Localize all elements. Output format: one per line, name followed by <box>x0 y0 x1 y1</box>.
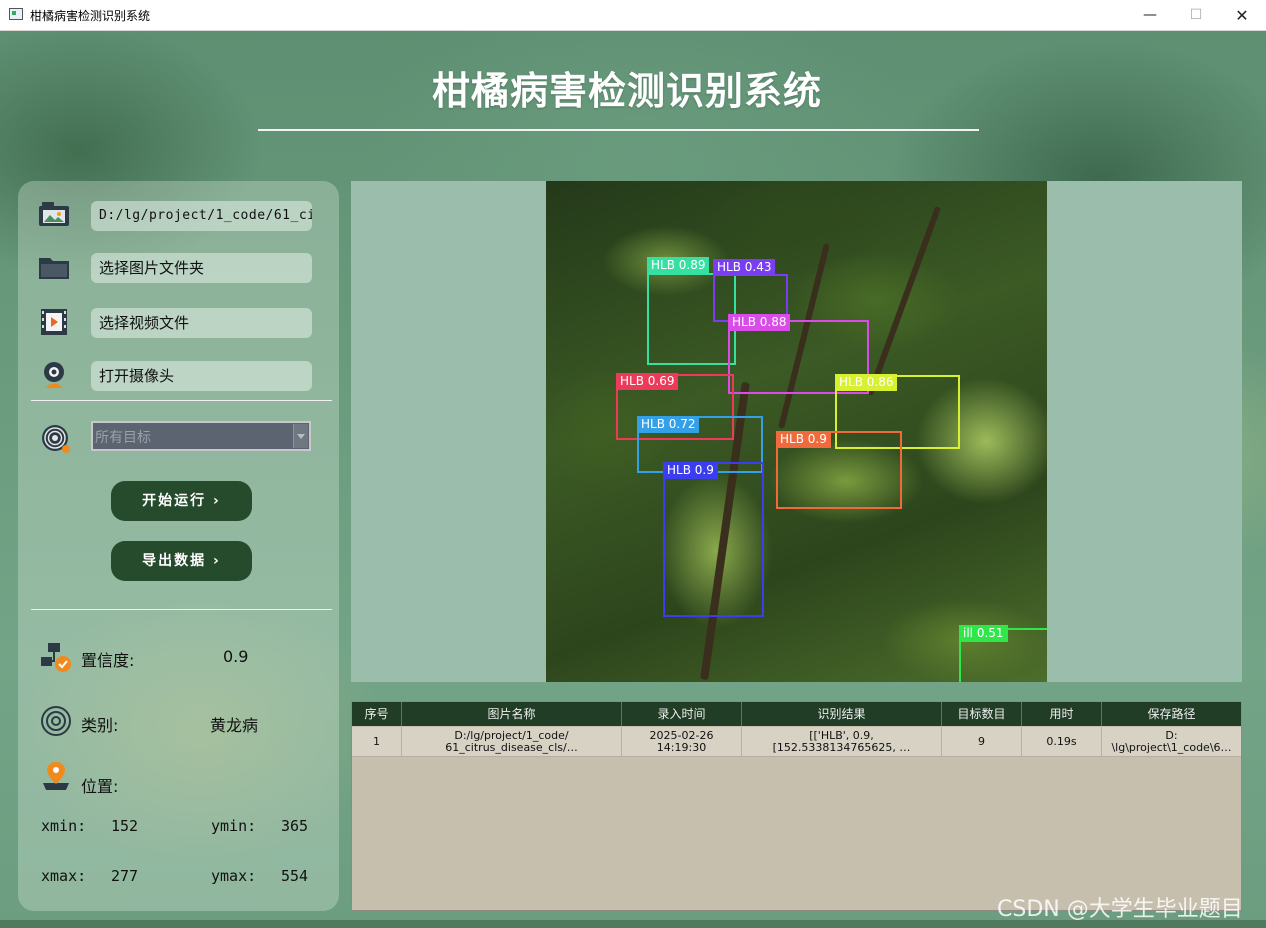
column-header[interactable]: 用时 <box>1022 702 1102 726</box>
cell-text: 0.19s <box>1046 735 1077 748</box>
column-header[interactable]: 图片名称 <box>402 702 622 726</box>
table-row[interactable]: 1 D:/lg/project/1_code/ 61_citrus_diseas… <box>352 727 1241 757</box>
video-row: 选择视频文件 <box>18 306 339 340</box>
cell-text: [152.5338134765625, … <box>772 741 911 754</box>
detection-label: ill 0.51 <box>959 625 1008 642</box>
table-header: 序号 图片名称 录入时间 识别结果 目标数目 用时 保存路径 <box>352 702 1241 726</box>
confidence-label: 置信度: <box>81 651 135 670</box>
start-run-button[interactable]: 开始运行 › <box>111 481 252 521</box>
column-header[interactable]: 目标数目 <box>942 702 1022 726</box>
cell-index: 1 <box>352 727 402 757</box>
image-display-panel: HLB 0.89 HLB 0.43 HLB 0.88 HLB 0.69 HLB … <box>351 181 1242 682</box>
folder-row: 选择图片文件夹 <box>18 251 339 285</box>
detection-label: HLB 0.72 <box>637 416 700 433</box>
chevron-down-icon[interactable] <box>293 424 308 448</box>
confidence-value: 0.9 <box>223 647 249 666</box>
detection-label: HLB 0.9 <box>663 462 718 479</box>
image-path-row: D:/lg/project/1_code/61_cit <box>18 199 339 233</box>
category-icon <box>41 706 71 736</box>
control-sidebar: D:/lg/project/1_code/61_cit 选择图片文件夹 选择视频… <box>18 181 339 911</box>
xmin-label: xmin: <box>41 817 87 835</box>
target-select-value: 所有目标 <box>95 430 151 446</box>
detection-label: HLB 0.86 <box>835 374 898 391</box>
app-window: 柑橘病害检测识别系统 — ☐ ✕ 柑橘病害检测识别系统 D:/lg/projec… <box>0 0 1266 928</box>
cell-text: \lg\project\1_code\6… <box>1111 741 1232 754</box>
position-label: 位置: <box>81 777 119 796</box>
video-file-icon <box>41 309 67 335</box>
ymin-label: ymin: <box>211 817 257 835</box>
column-header[interactable]: 序号 <box>352 702 402 726</box>
cell-result: [['HLB', 0.9, [152.5338134765625, … <box>742 727 942 757</box>
select-folder-button[interactable]: 选择图片文件夹 <box>91 253 312 283</box>
column-header[interactable]: 保存路径 <box>1102 702 1241 726</box>
image-file-icon <box>39 202 69 226</box>
cell-text: 61_citrus_disease_cls/… <box>445 741 578 754</box>
ymax-value: 554 <box>281 867 309 885</box>
image-path-field[interactable]: D:/lg/project/1_code/61_cit <box>91 201 312 231</box>
detection-label: HLB 0.69 <box>616 373 679 390</box>
cell-entry-time: 2025-02-26 14:19:30 <box>622 727 742 757</box>
category-value: 黄龙病 <box>210 716 259 735</box>
open-camera-button[interactable]: 打开摄像头 <box>91 361 312 391</box>
folder-icon <box>39 258 69 279</box>
detection-image: HLB 0.89 HLB 0.43 HLB 0.88 HLB 0.69 HLB … <box>546 181 1047 682</box>
xmax-label: xmax: <box>41 867 87 885</box>
select-video-button[interactable]: 选择视频文件 <box>91 308 312 338</box>
target-select[interactable]: 所有目标 <box>91 421 311 451</box>
close-button[interactable]: ✕ <box>1219 0 1265 31</box>
sidebar-divider <box>31 400 332 401</box>
cell-text: 14:19:30 <box>656 741 707 754</box>
column-header[interactable]: 录入时间 <box>622 702 742 726</box>
sidebar-divider-2 <box>31 609 332 610</box>
export-data-button[interactable]: 导出数据 › <box>111 541 252 581</box>
title-bar: 柑橘病害检测识别系统 — ☐ ✕ <box>0 0 1266 31</box>
target-icon <box>42 425 70 453</box>
cell-count: 9 <box>942 727 1022 757</box>
window-title: 柑橘病害检测识别系统 <box>30 9 151 23</box>
camera-row: 打开摄像头 <box>18 359 339 393</box>
title-divider <box>258 129 979 131</box>
ymin-value: 365 <box>281 817 309 835</box>
cell-image-name: D:/lg/project/1_code/ 61_citrus_disease_… <box>402 727 622 757</box>
ymax-label: ymax: <box>211 867 257 885</box>
cell-text: 1 <box>373 735 380 748</box>
detection-label: HLB 0.43 <box>713 259 776 276</box>
detection-label: HLB 0.9 <box>776 431 831 448</box>
page-title: 柑橘病害检测识别系统 <box>431 69 822 113</box>
detection-label: HLB 0.89 <box>647 257 710 274</box>
branch <box>866 206 942 396</box>
app-icon <box>9 8 23 20</box>
category-label: 类别: <box>81 716 119 735</box>
detection-box <box>663 462 764 617</box>
location-pin-icon <box>43 762 69 790</box>
maximize-button[interactable]: ☐ <box>1173 0 1219 31</box>
confidence-icon <box>41 643 71 672</box>
webcam-icon <box>44 362 64 388</box>
cell-text: 9 <box>978 735 985 748</box>
xmax-value: 277 <box>111 867 139 885</box>
results-table[interactable]: 序号 图片名称 录入时间 识别结果 目标数目 用时 保存路径 1 D:/lg/p… <box>351 701 1242 911</box>
watermark: CSDN @大学生毕业题目 <box>997 897 1243 922</box>
xmin-value: 152 <box>111 817 139 835</box>
column-header[interactable]: 识别结果 <box>742 702 942 726</box>
cell-elapsed: 0.19s <box>1022 727 1102 757</box>
cell-save-path: D: \lg\project\1_code\6… <box>1102 727 1241 757</box>
minimize-button[interactable]: — <box>1127 0 1173 31</box>
detection-label: HLB 0.88 <box>728 314 791 331</box>
